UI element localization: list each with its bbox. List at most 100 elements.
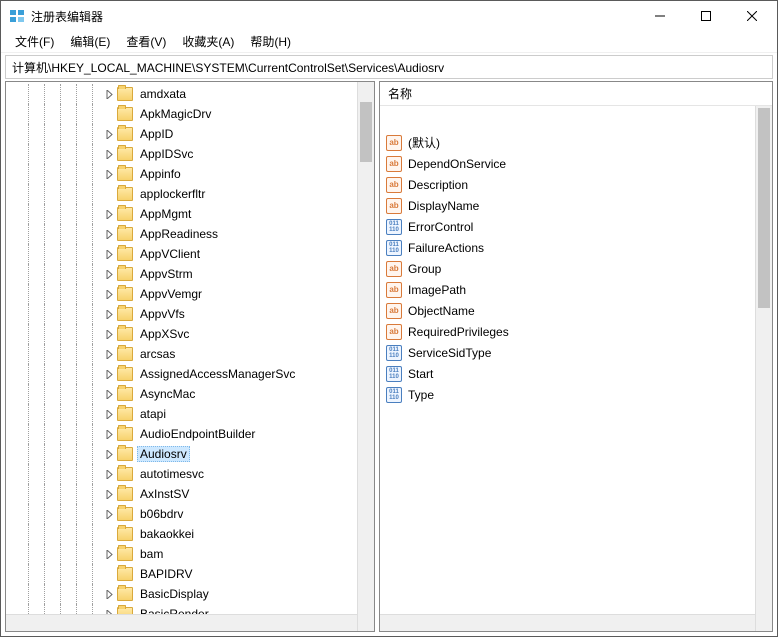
tree-indent <box>6 264 102 284</box>
tree-indent <box>6 604 102 614</box>
expand-icon[interactable] <box>102 247 116 261</box>
value-row[interactable]: abGroup <box>380 258 755 279</box>
tree-item[interactable]: AppReadiness <box>6 224 357 244</box>
titlebar[interactable]: 注册表编辑器 <box>1 1 777 31</box>
expand-icon[interactable] <box>102 87 116 101</box>
tree-item[interactable]: BAPIDRV <box>6 564 357 584</box>
tree-item[interactable]: arcsas <box>6 344 357 364</box>
tree-indent <box>6 144 102 164</box>
value-name: Start <box>408 367 433 381</box>
expand-icon[interactable] <box>102 487 116 501</box>
value-row[interactable]: 011110ErrorControl <box>380 216 755 237</box>
tree-item[interactable]: Audiosrv <box>6 444 357 464</box>
tree-item[interactable]: AppID <box>6 124 357 144</box>
list-vertical-scrollbar[interactable] <box>755 106 772 631</box>
tree-item[interactable]: Appinfo <box>6 164 357 184</box>
scrollbar-thumb[interactable] <box>758 108 770 308</box>
close-button[interactable] <box>729 1 775 31</box>
folder-icon <box>117 207 133 221</box>
expand-icon[interactable] <box>102 267 116 281</box>
expand-icon[interactable] <box>102 387 116 401</box>
expand-icon[interactable] <box>102 327 116 341</box>
tree-item[interactable]: AppvVfs <box>6 304 357 324</box>
value-row[interactable]: 011110 Start <box>380 363 755 384</box>
tree-item[interactable]: AudioEndpointBuilder <box>6 424 357 444</box>
menu-edit[interactable]: 编辑(E) <box>62 31 118 52</box>
tree-item[interactable]: AppXSvc <box>6 324 357 344</box>
tree-indent <box>6 464 102 484</box>
tree-item[interactable]: AxInstSV <box>6 484 357 504</box>
expand-icon[interactable] <box>102 167 116 181</box>
tree-item[interactable]: ApkMagicDrv <box>6 104 357 124</box>
tree-item[interactable]: BasicDisplay <box>6 584 357 604</box>
tree-item[interactable]: amdxata <box>6 84 357 104</box>
value-row[interactable]: ab(默认) <box>380 132 755 153</box>
list-column-header-name[interactable]: 名称 <box>380 82 772 106</box>
value-row[interactable]: abDependOnService <box>380 153 755 174</box>
menu-view[interactable]: 查看(V) <box>118 31 174 52</box>
expand-icon[interactable] <box>102 307 116 321</box>
value-row[interactable]: ab DisplayName <box>380 195 755 216</box>
values-list[interactable]: ab(默认)abDependOnServiceabDescription ab Di… <box>380 130 755 614</box>
tree-item[interactable]: b06bdrv <box>6 504 357 524</box>
expand-icon[interactable] <box>102 347 116 361</box>
tree-indent <box>6 404 102 424</box>
tree-item-label: BAPIDRV <box>137 566 195 582</box>
expand-icon[interactable] <box>102 407 116 421</box>
menu-help[interactable]: 帮助(H) <box>242 31 299 52</box>
menu-file[interactable]: 文件(F) <box>7 31 62 52</box>
expand-icon[interactable] <box>102 547 116 561</box>
tree-item[interactable]: AppvStrm <box>6 264 357 284</box>
tree-item[interactable]: AssignedAccessManagerSvc <box>6 364 357 384</box>
value-row[interactable]: 011110Type <box>380 384 755 405</box>
expand-icon[interactable] <box>102 127 116 141</box>
expand-icon[interactable] <box>102 227 116 241</box>
tree-item-label: AsyncMac <box>137 386 198 402</box>
binary-value-icon: 011110 <box>386 366 402 382</box>
expand-icon[interactable] <box>102 367 116 381</box>
tree-indent <box>6 524 102 544</box>
scrollbar-thumb[interactable] <box>360 102 372 162</box>
value-name: Type <box>408 388 434 402</box>
expand-icon[interactable] <box>102 467 116 481</box>
value-name: ErrorControl <box>408 220 473 234</box>
list-horizontal-scrollbar[interactable] <box>380 614 755 631</box>
string-value-icon: ab <box>386 198 402 214</box>
expand-icon[interactable] <box>102 427 116 441</box>
menu-favorites[interactable]: 收藏夹(A) <box>174 31 242 52</box>
tree-item[interactable]: bakaokkei <box>6 524 357 544</box>
tree-item[interactable]: AppVClient <box>6 244 357 264</box>
tree-item[interactable]: applockerfltr <box>6 184 357 204</box>
expand-icon[interactable] <box>102 147 116 161</box>
expand-icon[interactable] <box>102 287 116 301</box>
value-row[interactable]: abRequiredPrivileges <box>380 321 755 342</box>
expand-icon[interactable] <box>102 587 116 601</box>
tree-horizontal-scrollbar[interactable] <box>6 614 357 631</box>
minimize-button[interactable] <box>637 1 683 31</box>
value-row[interactable]: abImagePath <box>380 279 755 300</box>
value-row[interactable]: 011110ServiceSidType <box>380 342 755 363</box>
tree-item-label: AppvVfs <box>137 306 188 322</box>
value-row[interactable]: abDescription <box>380 174 755 195</box>
expand-icon[interactable] <box>102 607 116 614</box>
value-row[interactable]: 011110FailureActions <box>380 237 755 258</box>
tree-item[interactable]: atapi <box>6 404 357 424</box>
tree-item[interactable]: AppMgmt <box>6 204 357 224</box>
address-bar[interactable]: 计算机\HKEY_LOCAL_MACHINE\SYSTEM\CurrentCon… <box>5 55 773 79</box>
value-name: DisplayName <box>408 199 479 213</box>
value-row[interactable]: abObjectName <box>380 300 755 321</box>
tree-item[interactable]: bam <box>6 544 357 564</box>
expand-icon[interactable] <box>102 207 116 221</box>
tree-item[interactable]: BasicRender <box>6 604 357 614</box>
tree-vertical-scrollbar[interactable] <box>357 82 374 631</box>
expand-icon[interactable] <box>102 447 116 461</box>
expand-icon[interactable] <box>102 507 116 521</box>
tree-indent <box>6 444 102 464</box>
registry-tree[interactable]: amdxataApkMagicDrvAppIDAppIDSvcAppinfoap… <box>6 82 357 614</box>
tree-item[interactable]: AppIDSvc <box>6 144 357 164</box>
tree-item[interactable]: autotimesvc <box>6 464 357 484</box>
folder-icon <box>117 607 133 614</box>
tree-item[interactable]: AppvVemgr <box>6 284 357 304</box>
maximize-button[interactable] <box>683 1 729 31</box>
tree-item[interactable]: AsyncMac <box>6 384 357 404</box>
